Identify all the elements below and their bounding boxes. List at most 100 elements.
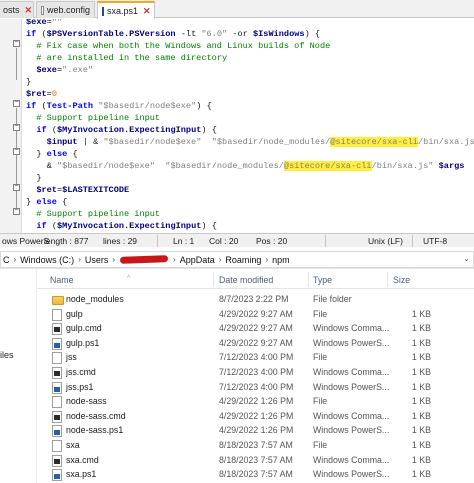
file-name: node-sass — [66, 396, 107, 407]
tab-label: sxa.ps1 — [107, 6, 139, 16]
code-line[interactable]: } else { — [26, 196, 67, 208]
file-type: Windows Comma... — [313, 367, 390, 377]
code-line[interactable]: # Fix case when both the Windows and Lin… — [26, 40, 330, 52]
file-type: Windows Comma... — [313, 323, 390, 334]
column-divider[interactable] — [213, 272, 214, 287]
code-line[interactable]: & "$basedir/node$exe" "$basedir/node_mod… — [26, 160, 464, 172]
code-line[interactable]: # Support pipeline input — [26, 112, 160, 124]
breadcrumb-item[interactable]: npm — [272, 255, 290, 265]
file-name: node-sass.cmd — [66, 410, 126, 421]
code-line[interactable]: # are installed in the same directory — [26, 52, 227, 64]
tab-osts[interactable]: osts ✕ — [0, 1, 34, 18]
code-line[interactable]: } — [26, 172, 41, 184]
file-type: File folder — [313, 294, 352, 304]
code-line[interactable]: if (Test-Path "$basedir/node$exe") { — [26, 100, 212, 112]
tab-label: web.config — [46, 5, 90, 15]
code-line[interactable]: $exe=".exe" — [26, 64, 93, 76]
code-area[interactable]: − − − − − − $exe="" if ($PSVersionTable.P… — [0, 19, 474, 233]
breadcrumb-item[interactable]: AppData — [180, 255, 215, 265]
file-row[interactable]: sxa.ps1 8/18/2023 7:57 AM Windows PowerS..… — [37, 468, 474, 482]
breadcrumb-item[interactable]: Windows (C:) — [20, 255, 74, 265]
file-type: Windows PowerS... — [313, 469, 390, 480]
chevron-right-icon[interactable]: › — [265, 255, 268, 264]
status-lines: lines : 29 — [103, 236, 138, 246]
file-row[interactable]: jss.cmd 7/12/2023 4:00 PM Windows Comma...… — [37, 366, 474, 380]
chevron-right-icon[interactable]: › — [112, 255, 115, 264]
fold-toggle-icon[interactable]: − — [13, 40, 20, 47]
file-row[interactable]: jss.ps1 7/12/2023 4:00 PM Windows PowerS..… — [37, 381, 474, 395]
breadcrumb-item[interactable]: Roaming — [225, 255, 261, 265]
file-name: gulp — [66, 308, 83, 319]
chevron-down-icon[interactable]: ⌄ — [463, 254, 470, 263]
code-line[interactable]: if ($PSVersionTable.PSVersion -lt "6.0" … — [26, 28, 320, 40]
fold-toggle-icon[interactable]: − — [13, 208, 20, 215]
close-icon[interactable]: ✕ — [143, 6, 151, 17]
file-icon — [41, 5, 44, 15]
file-date-modified: 8/18/2023 7:57 AM — [219, 454, 293, 465]
code-line[interactable]: # Support pipeline input — [26, 208, 160, 220]
status-col: Col : 20 — [209, 236, 239, 246]
breadcrumb[interactable]: C › Windows (C:) › Users › › AppData › R… — [0, 251, 474, 268]
code-line[interactable]: } — [26, 76, 31, 88]
file-row[interactable]: jss 7/12/2023 4:00 PM File 1 KB — [37, 351, 474, 365]
file-row[interactable]: sxa.cmd 8/18/2023 7:57 AM Windows Comma...… — [37, 454, 474, 468]
nav-item-files[interactable]: iles — [0, 350, 14, 360]
file-size: 1 KB — [411, 440, 431, 450]
fold-toggle-icon[interactable]: − — [13, 184, 20, 191]
fold-line — [16, 48, 17, 80]
file-date-modified: 4/29/2022 1:26 PM — [219, 396, 294, 407]
divider — [157, 235, 158, 247]
file-type: Windows Comma... — [313, 454, 390, 465]
code-line[interactable]: } else { — [26, 148, 77, 160]
file-row[interactable]: node-sass.cmd 4/29/2022 1:26 PM Windows Co… — [37, 410, 474, 424]
status-encoding: UTF-8 — [423, 236, 448, 246]
chevron-right-icon[interactable]: › — [78, 255, 81, 264]
tab-web-config[interactable]: web.config — [36, 1, 95, 18]
fold-toggle-icon[interactable]: − — [13, 100, 20, 107]
tab-sxa-ps1[interactable]: sxa.ps1 ✕ — [97, 1, 155, 19]
code-line[interactable]: $input | & "$basedir/node$exe" "$basedir… — [26, 136, 474, 148]
file-row[interactable]: node_modules 8/7/2023 2:22 PM File folder — [37, 293, 474, 307]
file-name: sxa.ps1 — [66, 469, 97, 480]
folder-icon — [52, 296, 64, 305]
file-date-modified: 4/29/2022 1:26 PM — [219, 410, 294, 421]
file-name: sxa.cmd — [66, 454, 99, 465]
code-line[interactable]: $exe="" — [26, 19, 62, 28]
fold-toggle-icon[interactable]: − — [13, 124, 20, 131]
file-row[interactable]: gulp 4/29/2022 9:27 AM File 1 KB — [37, 308, 474, 322]
chevron-right-icon[interactable]: › — [173, 255, 176, 264]
address-bar[interactable]: C › Windows (C:) › Users › › AppData › R… — [0, 250, 474, 269]
file-row[interactable]: gulp.cmd 4/29/2022 9:27 AM Windows Comma..… — [37, 322, 474, 336]
breadcrumb-item[interactable]: C — [3, 255, 10, 265]
column-header-size[interactable]: Size — [393, 275, 410, 285]
column-header-type[interactable]: Type — [313, 275, 332, 285]
ps1-file-icon — [52, 425, 62, 438]
file-row[interactable]: node-sass.ps1 4/29/2022 1:26 PM Windows Po… — [37, 424, 474, 438]
code-line[interactable]: if ($MyInvocation.ExpectingInput) { — [26, 220, 217, 232]
file-type: Windows PowerS... — [313, 337, 390, 348]
column-header-date[interactable]: Date modified — [219, 275, 273, 285]
file-type: Windows PowerS... — [313, 425, 390, 436]
file-row[interactable]: sxa 8/18/2023 7:57 AM File 1 KB — [37, 439, 474, 453]
close-icon[interactable]: ✕ — [25, 5, 33, 16]
file-row[interactable]: gulp.ps1 4/29/2022 9:27 AM Windows PowerS.… — [37, 337, 474, 351]
ps1-file-icon — [52, 469, 62, 482]
tab-label: osts — [3, 5, 20, 15]
code-line[interactable]: if ($MyInvocation.ExpectingInput) { — [26, 124, 217, 136]
column-divider[interactable] — [308, 272, 309, 287]
fold-toggle-icon[interactable]: − — [13, 148, 20, 155]
file-list: ^ Name Date modified Type Size node_modu… — [37, 269, 474, 483]
status-eol: Unix (LF) — [368, 236, 403, 246]
code-line[interactable]: $ret=0 — [26, 88, 57, 100]
file-date-modified: 7/12/2023 4:00 PM — [219, 352, 294, 363]
chevron-right-icon[interactable]: › — [219, 255, 222, 264]
divider — [412, 235, 413, 247]
file-row[interactable]: node-sass 4/29/2022 1:26 PM File 1 KB — [37, 395, 474, 409]
chevron-right-icon[interactable]: › — [14, 255, 17, 264]
file-name: jss.ps1 — [66, 381, 94, 392]
code-line[interactable]: $ret=$LASTEXITCODE — [26, 184, 129, 196]
file-type: File — [313, 308, 328, 319]
breadcrumb-item[interactable]: Users — [85, 255, 109, 265]
column-header-name[interactable]: Name — [50, 275, 73, 285]
column-divider[interactable] — [387, 272, 388, 287]
